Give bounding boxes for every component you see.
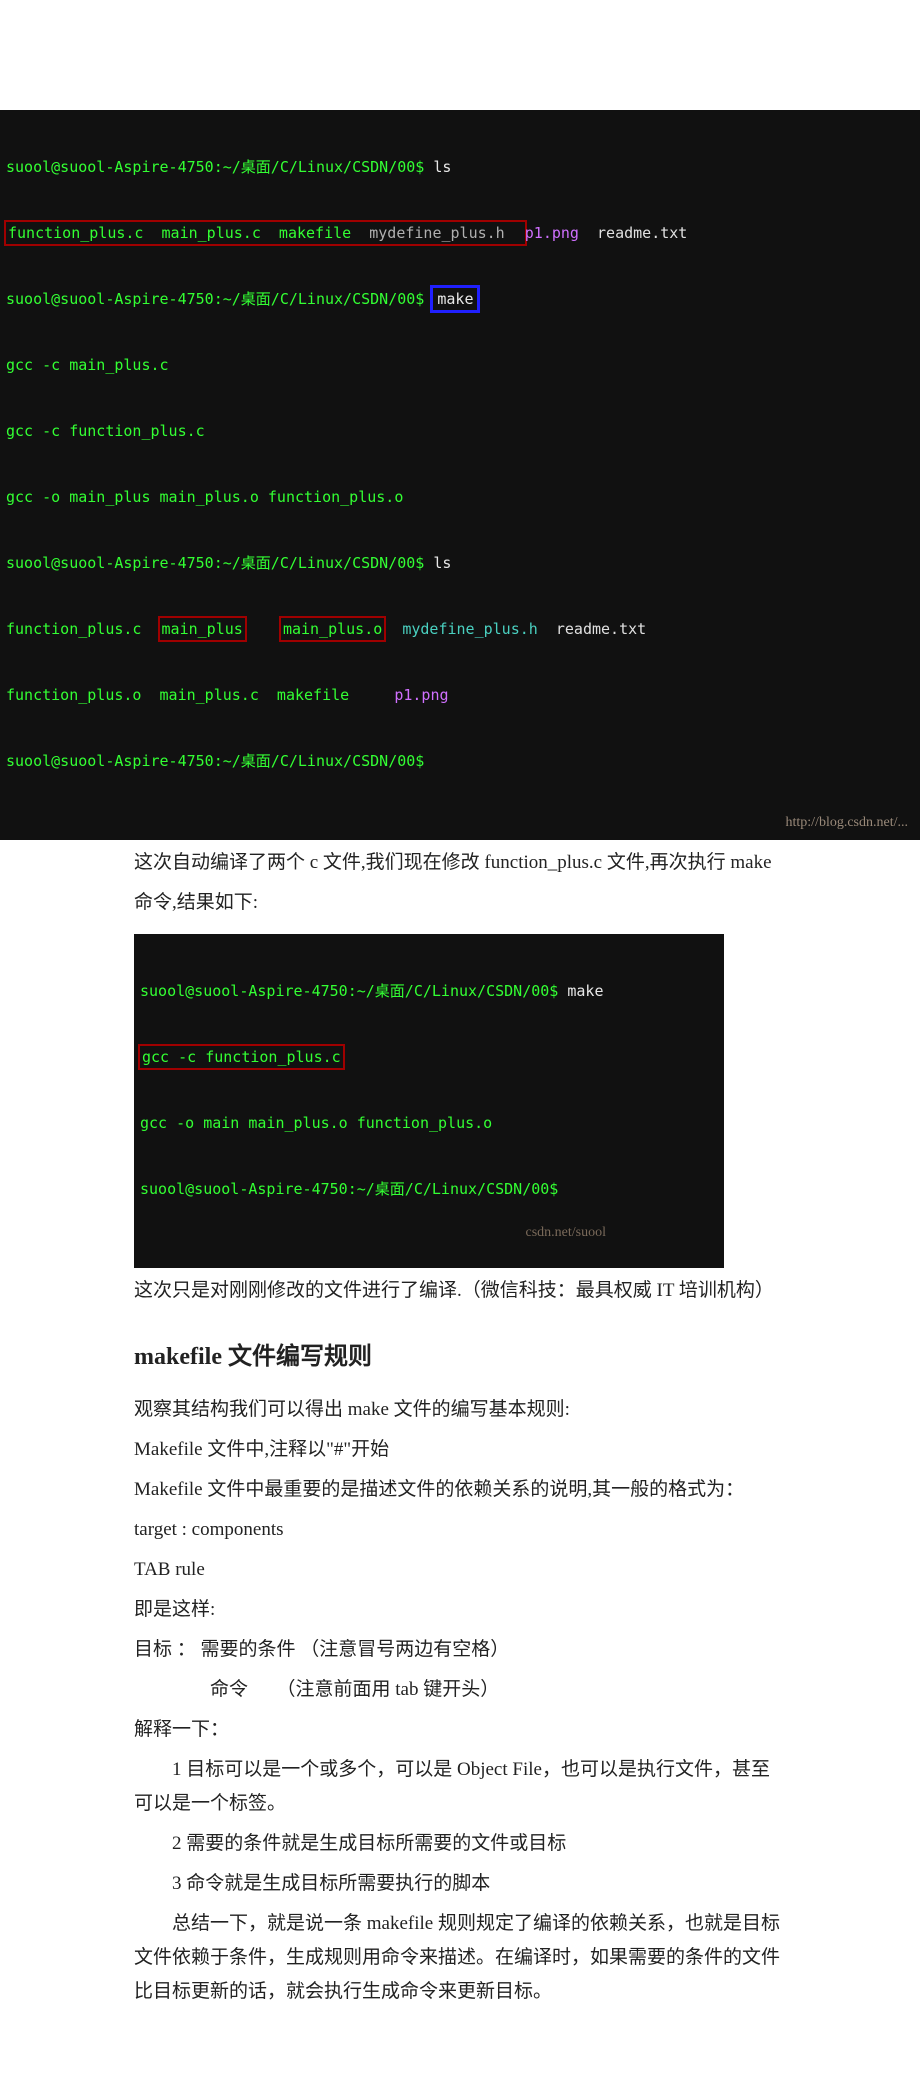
paragraph-2: 命令,结果如下: [134, 886, 786, 920]
paragraph-11: 命令 （注意前面用 tab 键开头） [134, 1673, 786, 1707]
term1-line10-prompt: suool@suool-Aspire-4750:~/桌面/C/Linux/CSD… [6, 752, 433, 770]
term1-line4: gcc -c main_plus.c [6, 356, 169, 374]
paragraph-7: target : components [134, 1513, 786, 1547]
paragraph-4: 观察其结构我们可以得出 make 文件的编写基本规则: [134, 1393, 786, 1427]
term1-line5: gcc -c function_plus.c [6, 422, 205, 440]
terminal-screenshot-2: suool@suool-Aspire-4750:~/桌面/C/Linux/CSD… [134, 934, 724, 1268]
paragraph-16: 总结一下，就是说一条 makefile 规则规定了编译的依赖关系，也就是目标文件… [134, 1907, 786, 2009]
term1-line7-prompt: suool@suool-Aspire-4750:~/桌面/C/Linux/CSD… [6, 554, 433, 572]
term1-line6: gcc -o main_plus main_plus.o function_pl… [6, 488, 403, 506]
term1-watermark: http://blog.csdn.net/... [786, 812, 909, 834]
term1-line3-prompt: suool@suool-Aspire-4750:~/桌面/C/Linux/CSD… [6, 290, 433, 308]
paragraph-8: TAB rule [134, 1553, 786, 1587]
term2-watermark: csdn.net/suool [526, 1222, 607, 1244]
term2-line1-prompt: suool@suool-Aspire-4750:~/桌面/C/Linux/CSD… [140, 982, 567, 1000]
paragraph-9: 即是这样: [134, 1593, 786, 1627]
paragraph-13: 1 目标可以是一个或多个，可以是 Object File，也可以是执行文件，甚至… [134, 1753, 786, 1821]
term2-line4-prompt: suool@suool-Aspire-4750:~/桌面/C/Linux/CSD… [140, 1180, 567, 1198]
paragraph-12: 解释一下： [134, 1713, 786, 1747]
term1-line1-cmd: ls [433, 158, 451, 176]
paragraph-15: 3 命令就是生成目标所需要执行的脚本 [134, 1867, 786, 1901]
terminal-screenshot-1: suool@suool-Aspire-4750:~/桌面/C/Linux/CSD… [0, 110, 920, 840]
term2-line3: gcc -o main main_plus.o function_plus.o [140, 1114, 492, 1132]
paragraph-14: 2 需要的条件就是生成目标所需要的文件或目标 [134, 1827, 786, 1861]
term1-line3-bluebox: make [433, 288, 477, 310]
term1-line2-redbox: function_plus.c main_plus.c makefile myd… [6, 222, 525, 244]
term1-line8-redbox-mainpluso: main_plus.o [281, 618, 384, 640]
paragraph-10: 目标 ： 需要的条件 （注意冒号两边有空格） [134, 1633, 786, 1667]
paragraph-1: 这次自动编译了两个 c 文件,我们现在修改 function_plus.c 文件… [134, 846, 786, 880]
term1-line8-redbox-mainplus: main_plus [160, 618, 245, 640]
heading-makefile-rules: makefile 文件编写规则 [134, 1336, 786, 1371]
term1-line1-prompt: suool@suool-Aspire-4750:~/桌面/C/Linux/CSD… [6, 158, 433, 176]
paragraph-3: 这次只是对刚刚修改的文件进行了编译.（微信科技：最具权威 IT 培训机构） [134, 1274, 786, 1308]
term2-line2-redbox: gcc -c function_plus.c [140, 1046, 343, 1068]
paragraph-6: Makefile 文件中最重要的是描述文件的依赖关系的说明,其一般的格式为： [134, 1473, 786, 1507]
paragraph-5: Makefile 文件中,注释以"#"开始 [134, 1433, 786, 1467]
